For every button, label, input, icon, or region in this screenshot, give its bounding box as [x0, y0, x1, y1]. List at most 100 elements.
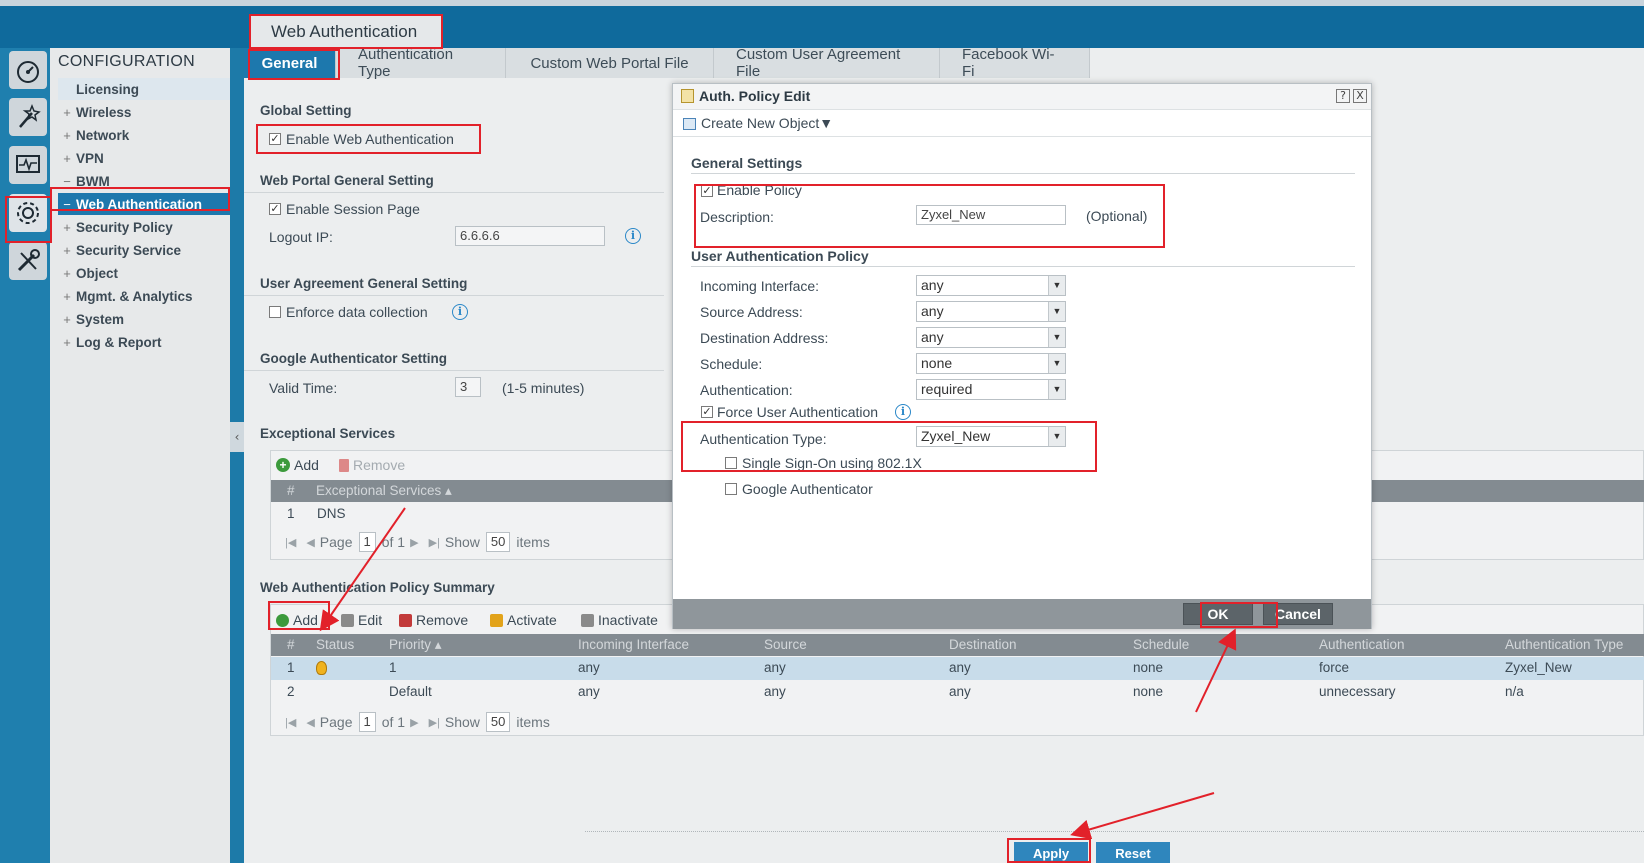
tab-facebook-wi-fi[interactable]: Facebook Wi-Fi [940, 46, 1090, 80]
sidebar-item-mgmt-analytics[interactable]: + Mgmt. & Analytics [58, 285, 230, 307]
reset-button[interactable]: Reset [1096, 842, 1170, 863]
enforce-data-collection-checkbox[interactable] [269, 306, 281, 318]
description-input[interactable]: Zyxel_New [916, 205, 1066, 225]
info-icon[interactable]: i [895, 404, 911, 420]
exceptional-add-button[interactable]: + Add [276, 457, 319, 473]
next-page-icon[interactable]: ▶ [410, 716, 418, 729]
dialog-titlebar[interactable]: Auth. Policy Edit ? X [673, 84, 1371, 110]
tab-custom-user-agreement-file[interactable]: Custom User Agreement File [714, 46, 940, 80]
policy-add-button[interactable]: Add [276, 612, 318, 628]
create-new-object-menu[interactable]: Create New Object▼ [701, 115, 833, 131]
policy-activate-button[interactable]: Activate [490, 612, 557, 628]
page-size-select[interactable]: 50 [485, 532, 511, 552]
sso-checkbox[interactable] [725, 457, 737, 469]
tab-authentication-type[interactable]: Authentication Type [336, 46, 506, 80]
field-select[interactable]: any ▼ [916, 327, 1066, 348]
expand-toggle[interactable]: + [58, 128, 76, 143]
column-header[interactable]: Status [316, 637, 354, 652]
cancel-button[interactable]: Cancel [1263, 603, 1333, 625]
monitor-icon[interactable] [9, 146, 47, 184]
logout-ip-input[interactable]: 6.6.6.6 [455, 226, 605, 246]
sidebar-item-bwm[interactable]: − BWM [58, 170, 230, 192]
exceptional-remove-button[interactable]: Remove [339, 457, 405, 473]
auth-type-select[interactable]: Zyxel_New ▼ [916, 426, 1066, 447]
page-size-select[interactable]: 50 [485, 712, 511, 732]
column-header[interactable]: # [287, 637, 295, 652]
column-header[interactable]: Destination [949, 637, 1017, 652]
prev-page-icon[interactable]: ◀ [306, 536, 314, 549]
panel-splitter[interactable] [230, 48, 244, 863]
field-select[interactable]: any ▼ [916, 275, 1066, 296]
google-authenticator-checkbox[interactable] [725, 483, 737, 495]
policy-remove-button[interactable]: Remove [399, 612, 468, 628]
expand-toggle[interactable]: + [58, 266, 76, 281]
prev-page-icon[interactable]: ◀ [306, 716, 314, 729]
policy-inactivate-button[interactable]: Inactivate [581, 612, 658, 628]
enable-web-auth-checkbox[interactable]: ✓ [269, 133, 281, 145]
table-row[interactable]: 2 Default any any any none unnecessary n/a [271, 681, 1644, 704]
table-cell: any [578, 684, 600, 699]
last-page-icon[interactable]: ▶| [429, 536, 440, 549]
object-icon [683, 118, 696, 130]
sidebar-item-vpn[interactable]: + VPN [58, 147, 230, 169]
wand-icon[interactable] [9, 98, 47, 136]
enable-policy-checkbox[interactable]: ✓ [701, 185, 713, 197]
bulb-off-icon [581, 613, 594, 627]
info-icon[interactable]: i [625, 228, 641, 244]
info-icon[interactable]: i [452, 304, 468, 320]
help-icon[interactable]: ? [1336, 89, 1350, 103]
collapse-handle[interactable]: ‹ [230, 422, 244, 452]
sidebar-item-system[interactable]: + System [58, 308, 230, 330]
expand-toggle[interactable]: + [58, 105, 76, 120]
expand-toggle[interactable]: + [58, 289, 76, 304]
column-header[interactable]: Exceptional Services ▴ [316, 483, 452, 499]
column-header[interactable]: Incoming Interface [578, 637, 689, 652]
sidebar-item-object[interactable]: + Object [58, 262, 230, 284]
tab-custom-web-portal-file[interactable]: Custom Web Portal File [506, 48, 714, 78]
sidebar-item-web-authentication[interactable]: − Web Authentication [58, 193, 230, 215]
field-value: required [921, 381, 973, 397]
valid-time-input[interactable]: 3 [455, 377, 481, 397]
sidebar-item-log-report[interactable]: + Log & Report [58, 331, 230, 353]
expand-toggle[interactable]: + [58, 312, 76, 327]
page-input[interactable]: 1 [358, 532, 376, 552]
expand-toggle[interactable]: + [58, 151, 76, 166]
page-of-label: of 1 [381, 714, 406, 730]
tab-general[interactable]: General [244, 48, 336, 78]
page-input[interactable]: 1 [358, 712, 376, 732]
next-page-icon[interactable]: ▶ [410, 536, 418, 549]
sidebar-item-wireless[interactable]: + Wireless [58, 101, 230, 123]
first-page-icon[interactable]: |◀ [285, 536, 296, 549]
enable-session-page-checkbox[interactable]: ✓ [269, 203, 281, 215]
table-row[interactable]: 1 1 any any any none force Zyxel_New [271, 657, 1644, 680]
column-header[interactable]: Authentication Type [1505, 637, 1623, 652]
dashboard-icon[interactable] [9, 51, 47, 89]
column-header[interactable]: Authentication [1319, 637, 1405, 652]
first-page-icon[interactable]: |◀ [285, 716, 296, 729]
force-user-auth-checkbox[interactable]: ✓ [701, 406, 713, 418]
sidebar-item-security-service[interactable]: + Security Service [58, 239, 230, 261]
field-select[interactable]: any ▼ [916, 301, 1066, 322]
sidebar-item-security-policy[interactable]: + Security Policy [58, 216, 230, 238]
ok-button[interactable]: OK [1183, 603, 1253, 625]
sidebar-item-licensing[interactable]: Licensing [58, 78, 230, 100]
field-select[interactable]: none ▼ [916, 353, 1066, 374]
close-icon[interactable]: X [1353, 89, 1367, 103]
expand-toggle[interactable]: + [58, 335, 76, 350]
sidebar-item-network[interactable]: + Network [58, 124, 230, 146]
column-header[interactable]: Source [764, 637, 807, 652]
enforce-data-collection-label: Enforce data collection [286, 304, 428, 320]
policy-edit-button[interactable]: Edit [341, 612, 382, 628]
expand-toggle[interactable]: + [58, 243, 76, 258]
expand-toggle[interactable]: + [58, 220, 76, 235]
column-header[interactable]: Priority ▴ [389, 637, 442, 653]
column-header[interactable]: Schedule [1133, 637, 1189, 652]
apply-button[interactable]: Apply [1014, 842, 1088, 863]
tools-icon[interactable] [9, 242, 47, 280]
gear-icon[interactable] [9, 194, 47, 232]
table-cell: force [1319, 660, 1350, 675]
field-select[interactable]: required ▼ [916, 379, 1066, 400]
expand-toggle[interactable]: − [58, 174, 76, 189]
last-page-icon[interactable]: ▶| [429, 716, 440, 729]
expand-toggle[interactable]: − [58, 197, 76, 212]
